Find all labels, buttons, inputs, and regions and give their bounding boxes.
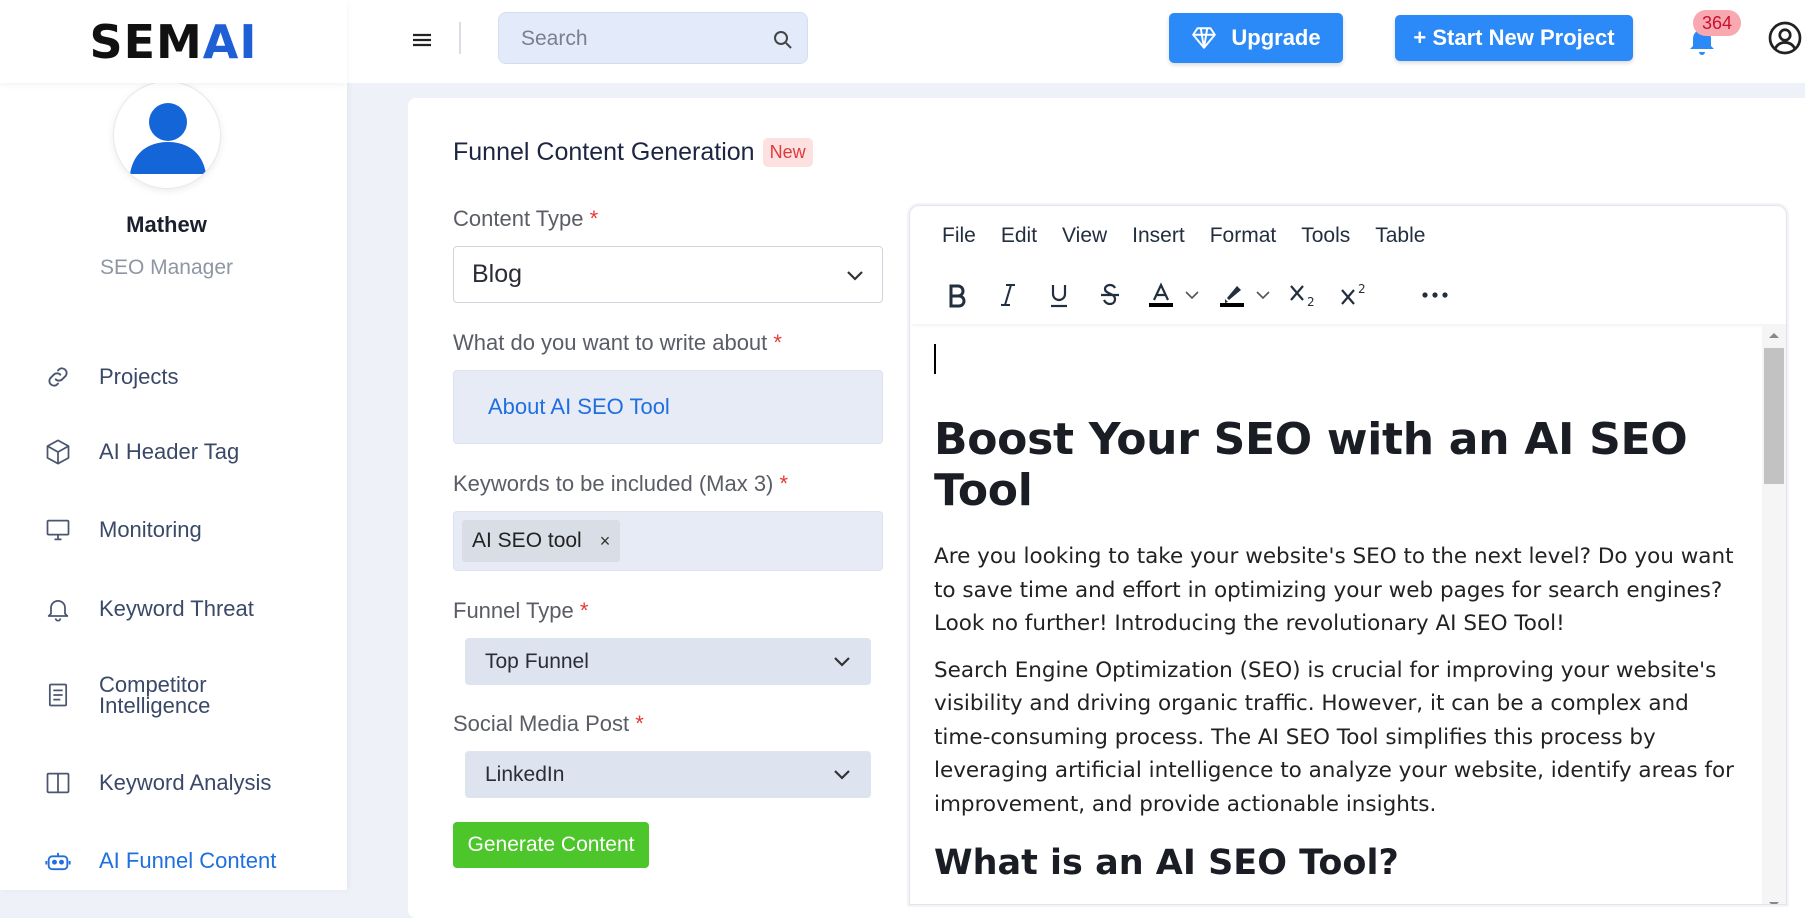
topic-value: About AI SEO Tool bbox=[488, 394, 670, 419]
bell-icon bbox=[40, 591, 76, 627]
generate-content-button[interactable]: Generate Content bbox=[453, 822, 649, 868]
superscript-icon[interactable]: 2 bbox=[1337, 278, 1371, 312]
strikethrough-icon[interactable] bbox=[1093, 278, 1127, 312]
logo[interactable]: SEMAI bbox=[0, 0, 347, 83]
top-bar: Upgrade + Start New Project 364 bbox=[347, 0, 1805, 83]
sidebar-item-competitor-intelligence[interactable]: Competitor Intelligence bbox=[40, 672, 211, 718]
document-icon bbox=[40, 677, 76, 713]
sidebar-item-projects[interactable]: Projects bbox=[40, 359, 178, 395]
italic-icon[interactable] bbox=[991, 278, 1025, 312]
sidebar: SEMAI Mathew SEO Manager Projects AI Hea… bbox=[0, 0, 347, 890]
user-role: SEO Manager bbox=[99, 256, 234, 279]
logo-text: SEM bbox=[89, 14, 203, 69]
menu-format[interactable]: Format bbox=[1210, 224, 1277, 248]
monitor-icon bbox=[40, 512, 76, 548]
sidebar-item-keyword-threat[interactable]: Keyword Threat bbox=[40, 591, 254, 627]
cube-icon bbox=[40, 434, 76, 470]
chevron-down-icon bbox=[846, 260, 864, 289]
editor-menubar: File Edit View Insert Format Tools Table bbox=[910, 206, 1786, 266]
svg-text:2: 2 bbox=[1307, 295, 1315, 308]
chevron-down-icon bbox=[833, 763, 851, 787]
diamond-icon bbox=[1191, 25, 1217, 51]
document-heading: Boost Your SEO with an AI SEO Tool bbox=[934, 414, 1688, 516]
page-title-text: Funnel Content Generation bbox=[453, 138, 755, 166]
funnel-type-select[interactable]: Top Funnel bbox=[465, 638, 871, 685]
social-media-value: LinkedIn bbox=[485, 762, 565, 786]
scroll-up-arrow-icon[interactable] bbox=[1766, 328, 1782, 340]
menu-tools[interactable]: Tools bbox=[1301, 224, 1350, 248]
sidebar-item-label: Competitor Intelligence bbox=[99, 672, 211, 718]
account-icon[interactable] bbox=[1767, 20, 1803, 56]
menu-view[interactable]: View bbox=[1062, 224, 1107, 248]
robot-icon bbox=[40, 843, 76, 879]
topic-input[interactable]: About AI SEO Tool bbox=[453, 370, 883, 444]
svg-text:2: 2 bbox=[1358, 282, 1366, 296]
scroll-down-arrow-icon[interactable] bbox=[1766, 898, 1782, 904]
sidebar-item-ai-funnel-content[interactable]: AI Funnel Content bbox=[40, 843, 276, 879]
content-type-select[interactable]: Blog bbox=[453, 246, 883, 303]
content-type-value: Blog bbox=[472, 260, 523, 288]
text-cursor bbox=[934, 344, 936, 374]
rich-text-editor: File Edit View Insert Format Tools Table… bbox=[909, 205, 1787, 905]
social-media-label: Social Media Post * bbox=[453, 711, 644, 736]
funnel-type-label: Funnel Type * bbox=[453, 598, 589, 623]
sidebar-item-label: Projects bbox=[99, 364, 179, 389]
document-paragraph: Search Engine Optimization (SEO) is cruc… bbox=[934, 657, 1734, 817]
subscript-icon[interactable]: 2 bbox=[1286, 278, 1320, 312]
highlight-icon[interactable] bbox=[1215, 278, 1249, 312]
user-name: Mathew bbox=[126, 212, 207, 237]
link-icon bbox=[40, 359, 76, 395]
keyword-chip: AI SEO tool × bbox=[462, 520, 621, 562]
sidebar-item-label: Keyword Threat bbox=[99, 596, 254, 621]
text-color-icon[interactable] bbox=[1144, 278, 1178, 312]
sidebar-item-keyword-analysis[interactable]: Keyword Analysis bbox=[40, 765, 271, 801]
notification-count-badge: 364 bbox=[1693, 10, 1742, 36]
start-new-project-button[interactable]: + Start New Project bbox=[1395, 15, 1633, 61]
keywords-label: Keywords to be included (Max 3) * bbox=[453, 471, 789, 496]
keywords-input[interactable]: AI SEO tool × bbox=[453, 511, 883, 571]
upgrade-label: Upgrade bbox=[1231, 25, 1321, 50]
keyword-chip-label: AI SEO tool bbox=[472, 529, 582, 552]
sidebar-item-ai-header-tag[interactable]: AI Header Tag bbox=[40, 434, 239, 470]
menu-toggle-icon[interactable] bbox=[407, 26, 437, 54]
bold-icon[interactable] bbox=[940, 278, 974, 312]
new-badge: New bbox=[762, 138, 813, 167]
scrollbar-thumb[interactable] bbox=[1764, 348, 1784, 484]
chevron-down-icon[interactable] bbox=[1185, 278, 1199, 312]
remove-keyword-icon[interactable]: × bbox=[600, 531, 611, 552]
topic-label: What do you want to write about * bbox=[453, 330, 782, 355]
funnel-type-value: Top Funnel bbox=[485, 649, 589, 673]
user-avatar-icon bbox=[130, 103, 206, 174]
search-box[interactable] bbox=[498, 12, 808, 64]
content-type-label: Content Type * bbox=[453, 206, 599, 231]
sidebar-item-label: AI Funnel Content bbox=[99, 848, 277, 873]
upgrade-button[interactable]: Upgrade bbox=[1169, 13, 1343, 63]
page-title: Funnel Content Generation New bbox=[453, 138, 813, 167]
avatar[interactable] bbox=[113, 81, 221, 189]
chevron-down-icon bbox=[833, 650, 851, 674]
editor-scrollbar[interactable] bbox=[1762, 324, 1786, 904]
divider bbox=[459, 22, 461, 54]
social-media-select[interactable]: LinkedIn bbox=[465, 751, 871, 798]
menu-table[interactable]: Table bbox=[1375, 224, 1425, 248]
sidebar-item-label: AI Header Tag bbox=[99, 439, 240, 464]
document-subheading: What is an AI SEO Tool? bbox=[934, 843, 1399, 883]
search-input[interactable] bbox=[521, 25, 761, 53]
editor-toolbar: 2 2 bbox=[910, 266, 1786, 324]
sidebar-item-monitoring[interactable]: Monitoring bbox=[40, 512, 202, 548]
columns-icon bbox=[40, 765, 76, 801]
menu-insert[interactable]: Insert bbox=[1132, 224, 1185, 248]
more-options-icon[interactable] bbox=[1418, 278, 1452, 312]
sidebar-item-label: Keyword Analysis bbox=[99, 770, 272, 795]
sidebar-item-label: Monitoring bbox=[99, 517, 202, 542]
editor-content-area[interactable]: Boost Your SEO with an AI SEO Tool Are y… bbox=[910, 324, 1760, 904]
logo-text-accent: AI bbox=[202, 14, 258, 69]
chevron-down-icon[interactable] bbox=[1256, 278, 1270, 312]
menu-edit[interactable]: Edit bbox=[1001, 224, 1037, 248]
underline-icon[interactable] bbox=[1042, 278, 1076, 312]
document-paragraph: Are you looking to take your website's S… bbox=[934, 544, 1734, 636]
menu-file[interactable]: File bbox=[942, 224, 976, 248]
search-icon[interactable] bbox=[771, 28, 795, 52]
